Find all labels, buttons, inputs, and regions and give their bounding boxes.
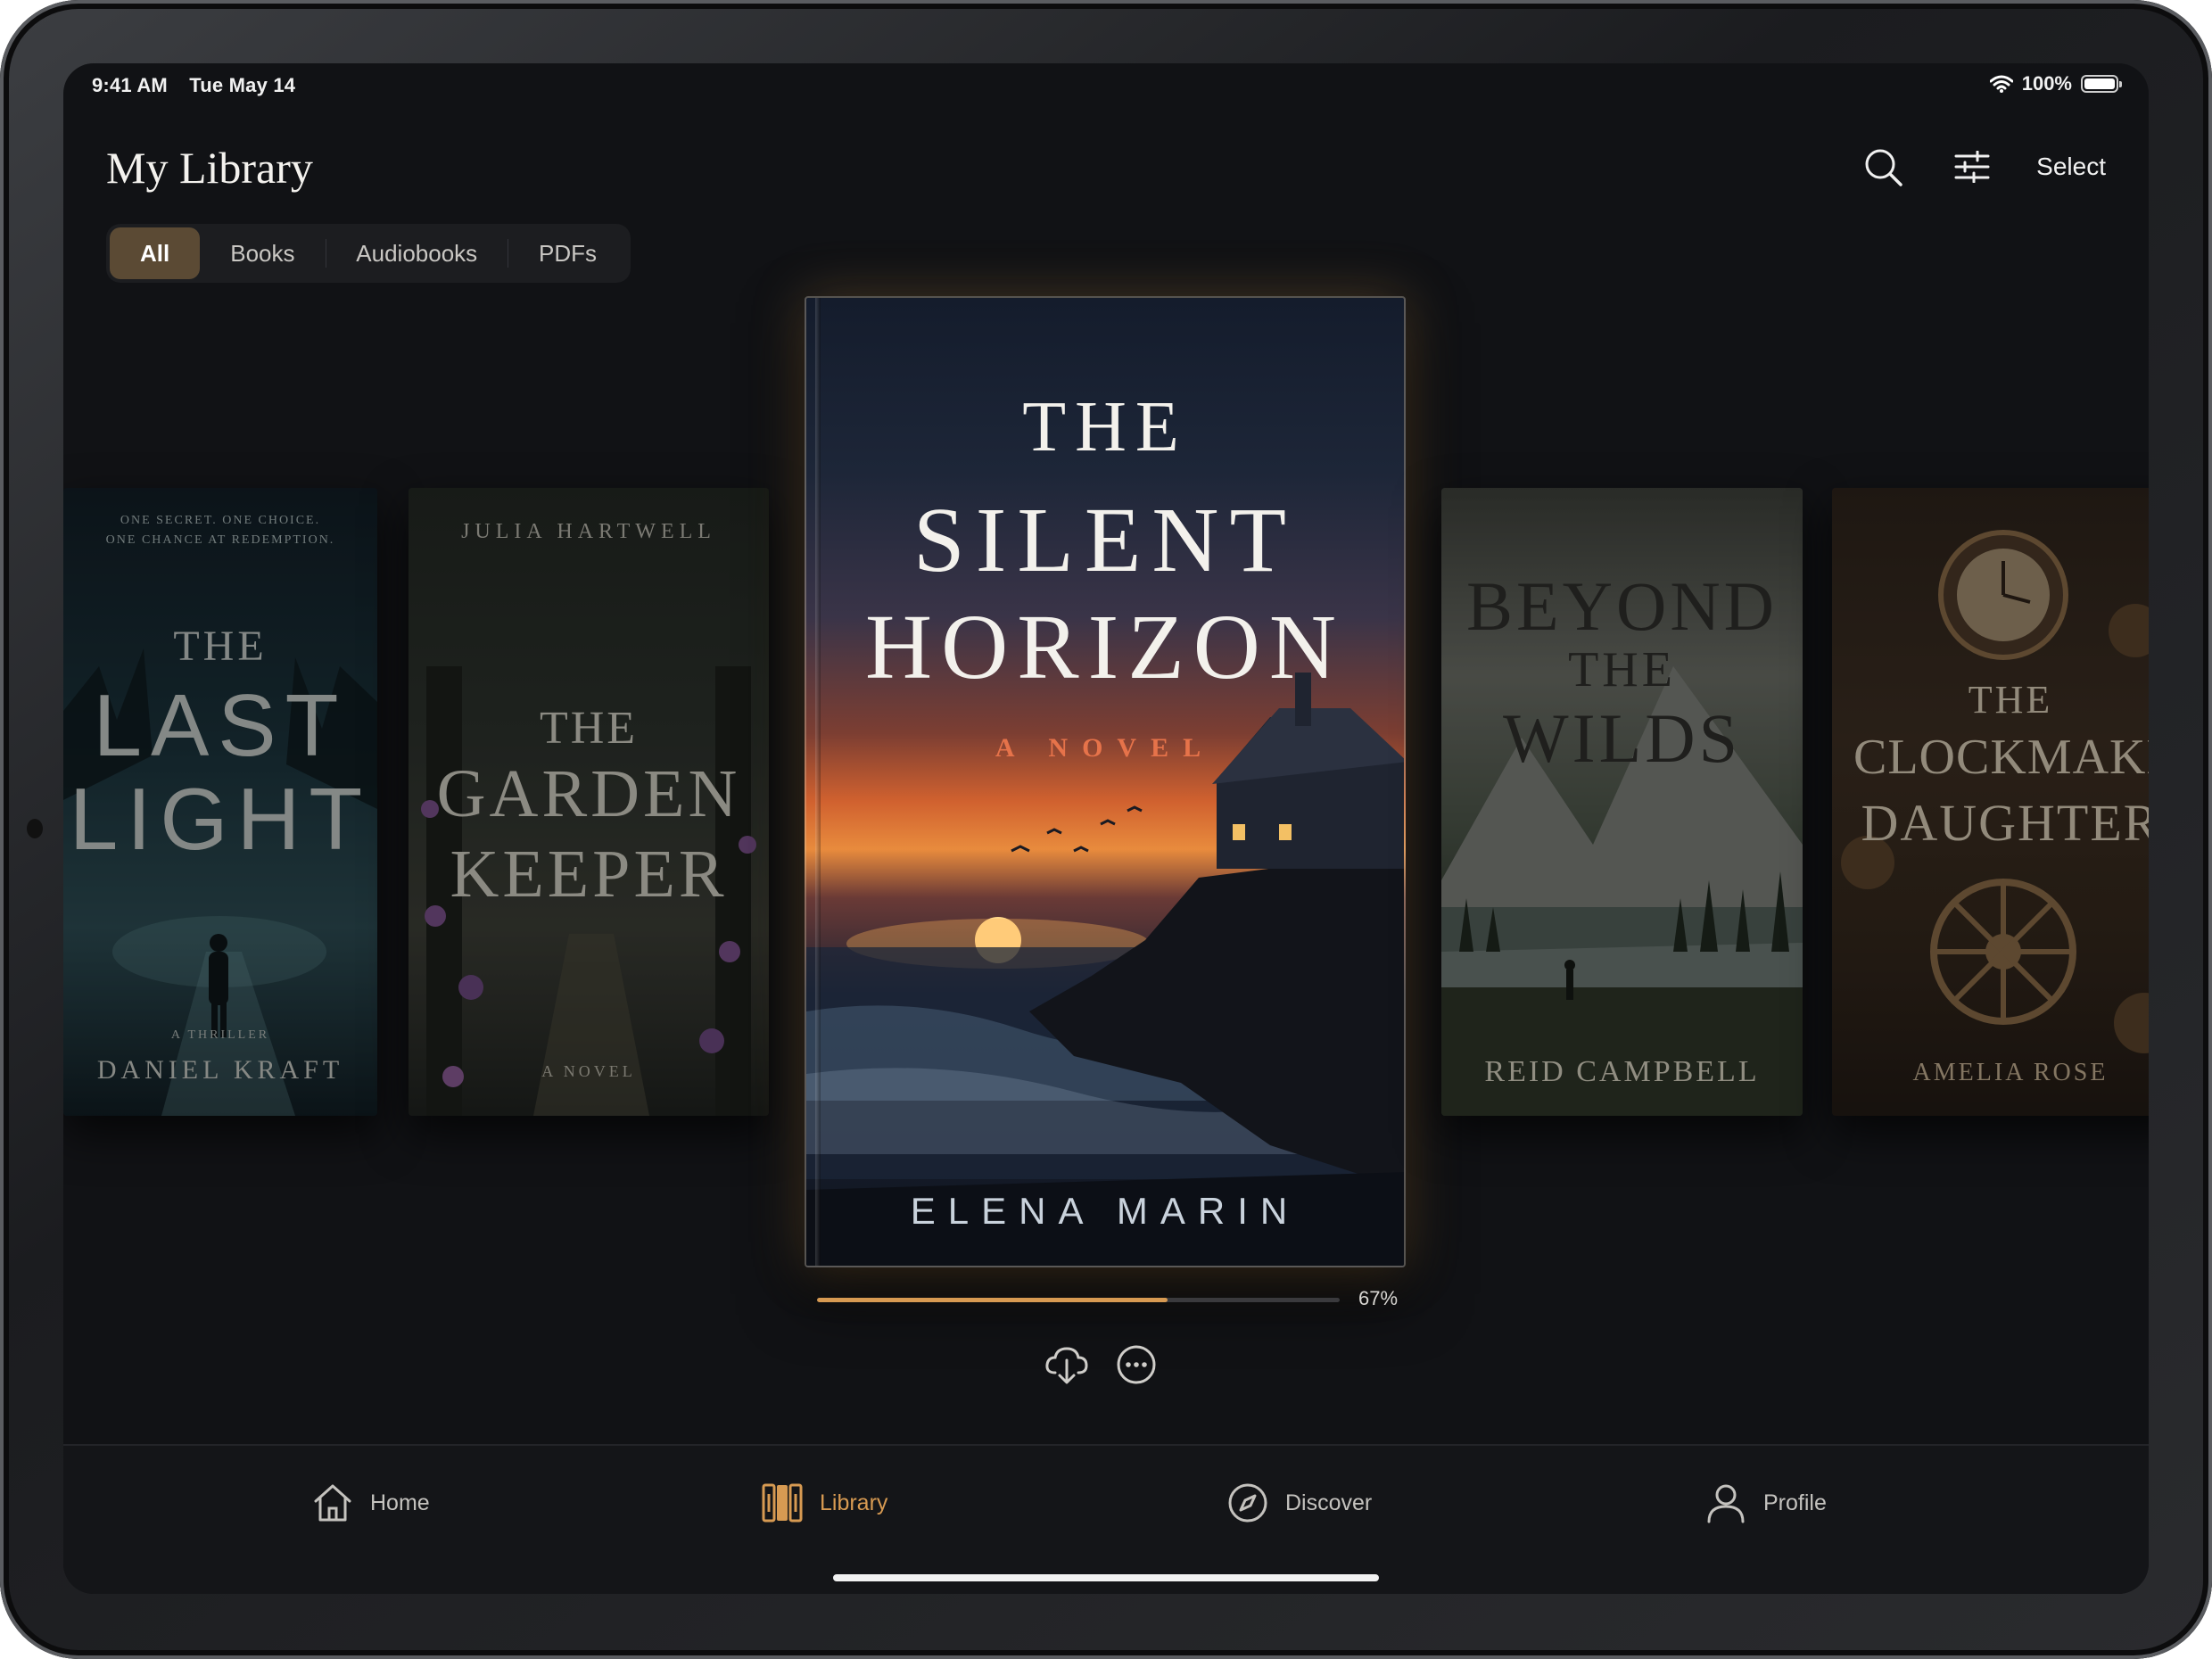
person-icon — [1707, 1484, 1745, 1523]
select-button[interactable]: Select — [2036, 153, 2106, 181]
book-title-word: HORIZON — [865, 596, 1345, 698]
battery-icon — [2081, 75, 2122, 93]
book-title-word: THE — [1022, 388, 1188, 466]
device-camera-dot — [27, 819, 43, 838]
house-icon — [314, 1484, 351, 1522]
screen: 9:41 AM Tue May 14 100% My Library Selec… — [63, 63, 2149, 1594]
tablet-frame: 9:41 AM Tue May 14 100% My Library Selec… — [0, 0, 2212, 1659]
tabbar-label-profile: Profile — [1763, 1490, 1827, 1515]
reading-progress-bar — [817, 1298, 1340, 1302]
bottom-tab-bar: Home Library Discover Profile — [63, 1444, 2149, 1594]
tabbar-item-profile[interactable]: Profile — [1704, 1482, 1827, 1524]
status-time: 9:41 AM — [92, 74, 168, 96]
battery-percent: 100% — [2021, 72, 2072, 95]
more-options-button[interactable] — [1116, 1344, 1157, 1390]
cloud-download-icon — [1045, 1347, 1088, 1384]
reading-progress-label: 67% — [1358, 1287, 1399, 1309]
tab-books[interactable]: Books — [200, 227, 325, 279]
status-bar-right: 100% — [1989, 72, 2122, 95]
book-cover-the-clockmakers-daughter[interactable]: THE CLOCKMAKER'S DAUGHTER AMELIA ROSE — [1832, 488, 2149, 1116]
status-bar-left: 9:41 AM Tue May 14 — [92, 74, 311, 97]
header-actions: Select — [1858, 142, 2106, 192]
cover-dim-overlay — [409, 488, 769, 1116]
compass-icon — [1228, 1483, 1267, 1523]
wifi-icon — [1989, 75, 2013, 93]
reading-progress-fill — [817, 1298, 1168, 1302]
sliders-icon — [1954, 151, 1990, 183]
book-author: ELENA MARIN — [910, 1190, 1300, 1232]
featured-book-cover-the-silent-horizon[interactable]: THE SILENT HORIZON A NOVEL ELENA MARIN — [805, 296, 1406, 1267]
book-subtitle: A NOVEL — [995, 733, 1216, 763]
tabbar-item-home[interactable]: Home — [311, 1482, 430, 1524]
home-indicator[interactable] — [833, 1574, 1379, 1581]
filter-button[interactable] — [1947, 142, 1997, 192]
filter-segmented-control: All Books Audiobooks PDFs — [106, 224, 631, 283]
library-icon — [762, 1483, 803, 1523]
tabbar-label-home: Home — [370, 1490, 430, 1515]
tab-audiobooks[interactable]: Audiobooks — [326, 227, 508, 279]
status-date: Tue May 14 — [189, 74, 296, 96]
tab-pdfs[interactable]: PDFs — [508, 227, 627, 279]
search-icon — [1865, 149, 1902, 186]
cover-dim-overlay — [1441, 488, 1803, 1116]
cover-dim-overlay — [1832, 488, 2149, 1116]
search-button[interactable] — [1858, 142, 1908, 192]
ellipsis-circle-icon — [1117, 1345, 1156, 1384]
tabbar-label-discover: Discover — [1285, 1490, 1373, 1515]
tabbar-item-library[interactable]: Library — [761, 1482, 887, 1524]
cover-dim-overlay — [63, 488, 377, 1116]
download-button[interactable] — [1044, 1344, 1089, 1390]
book-actions — [1044, 1344, 1157, 1390]
book-title-word: SILENT — [912, 489, 1298, 591]
tabbar-label-library: Library — [820, 1490, 888, 1515]
page-title: My Library — [106, 143, 313, 193]
book-cover-the-garden-keeper[interactable]: JULIA HARTWELL THE GARDEN KEEPER A NOVEL — [409, 488, 769, 1116]
tabbar-item-discover[interactable]: Discover — [1226, 1482, 1372, 1524]
book-cover-beyond-the-wilds[interactable]: BEYOND THE WILDS REID CAMPBELL — [1441, 488, 1803, 1116]
book-cover-the-last-light[interactable]: ONE SECRET. ONE CHOICE. ONE CHANCE AT RE… — [63, 488, 377, 1116]
tab-all[interactable]: All — [110, 227, 201, 279]
